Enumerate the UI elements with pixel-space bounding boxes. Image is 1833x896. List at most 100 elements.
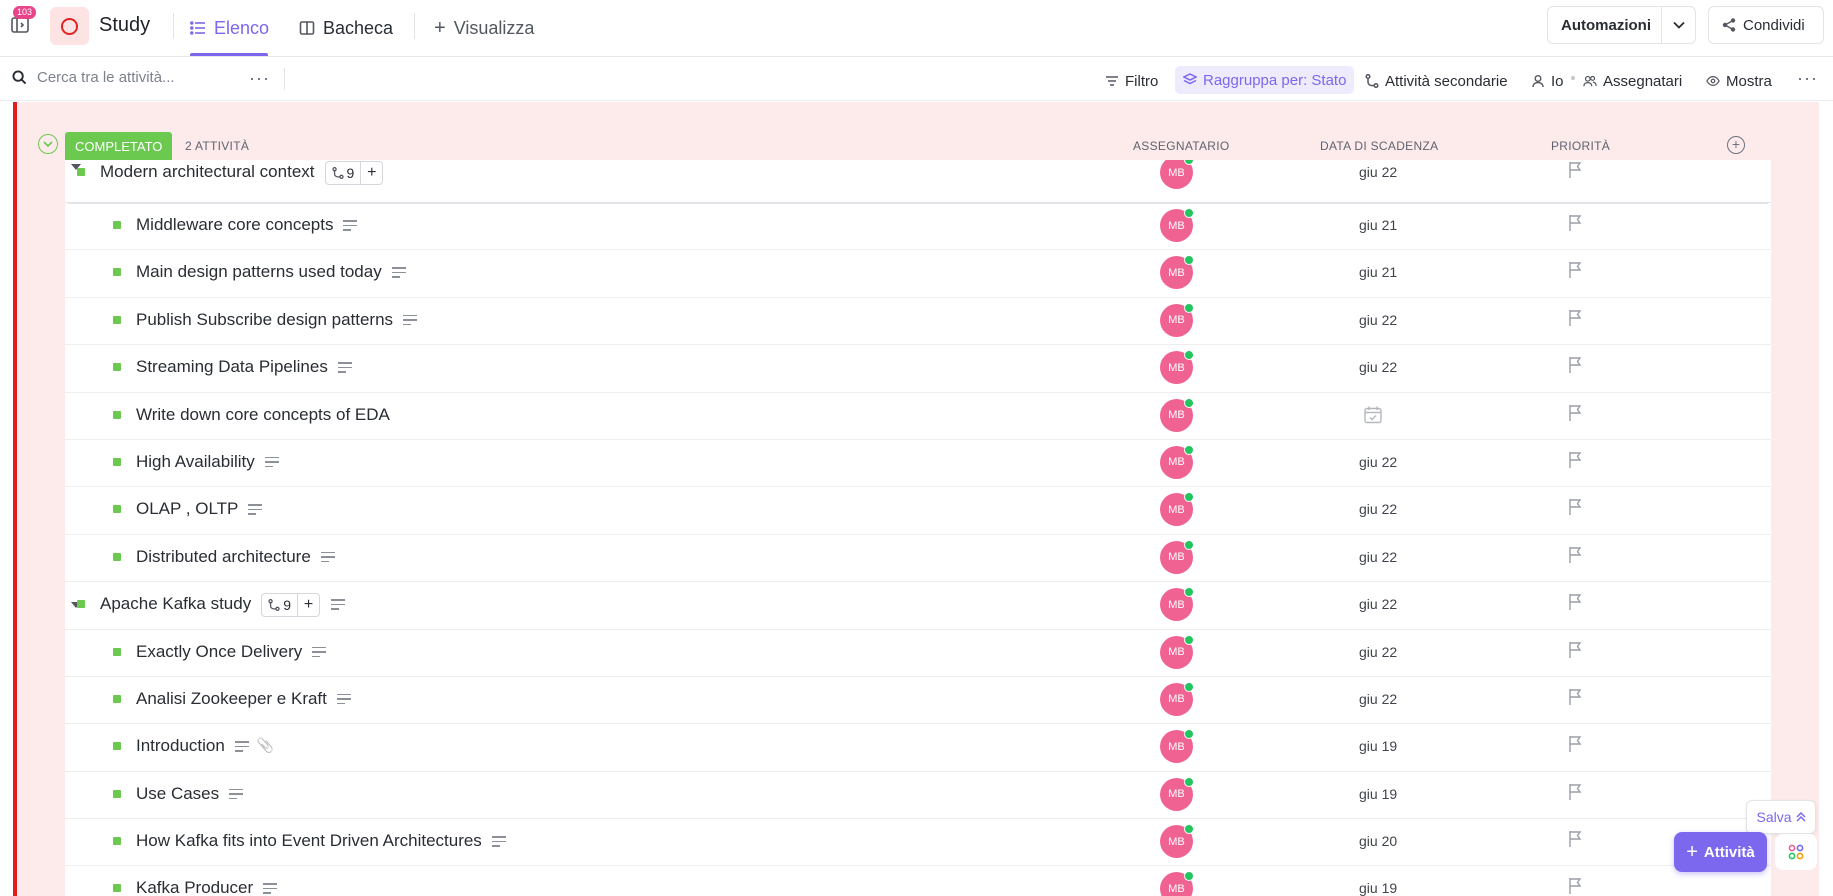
subtask-row[interactable]: Use Cases MB giu 19	[65, 772, 1771, 820]
parent-task-row[interactable]: Modern architectural context 9 + MB giu 22	[65, 160, 1771, 203]
add-subtask-icon[interactable]: +	[360, 162, 382, 184]
task-name[interactable]: Modern architectural context	[100, 162, 315, 182]
tab-elenco[interactable]: Elenco	[190, 14, 269, 42]
task-name[interactable]: Apache Kafka study	[100, 594, 251, 614]
assignee-avatar[interactable]: MB	[1160, 539, 1194, 574]
task-name[interactable]: How Kafka fits into Event Driven Archite…	[136, 831, 482, 851]
priority-flag-icon[interactable]	[1568, 261, 1584, 279]
task-name[interactable]: Distributed architecture	[136, 547, 311, 567]
new-task-button[interactable]: + Attività	[1674, 832, 1767, 872]
due-date[interactable]: giu 22	[1359, 454, 1397, 470]
assignee-avatar[interactable]: MB	[1160, 302, 1194, 337]
assignee-avatar[interactable]: MB	[1160, 681, 1194, 716]
apps-grid-icon[interactable]	[1775, 834, 1817, 870]
due-date[interactable]: giu 19	[1359, 786, 1397, 802]
add-view-button[interactable]: + Visualizza	[434, 14, 534, 42]
priority-flag-icon[interactable]	[1568, 546, 1584, 564]
due-date[interactable]: giu 22	[1359, 549, 1397, 565]
status-square-icon[interactable]	[113, 363, 121, 372]
subtask-row[interactable]: Analisi Zookeeper e Kraft MB giu 22	[65, 677, 1771, 725]
filter-button[interactable]: Filtro	[1105, 69, 1158, 93]
chevron-down-icon[interactable]	[1661, 7, 1695, 43]
more-options-icon[interactable]: ···	[1797, 68, 1818, 89]
priority-flag-icon[interactable]	[1568, 783, 1584, 801]
due-date[interactable]: giu 19	[1359, 738, 1397, 754]
calendar-icon[interactable]	[1363, 405, 1383, 425]
status-square-icon[interactable]	[77, 168, 85, 176]
task-name[interactable]: Middleware core concepts	[136, 215, 333, 235]
priority-flag-icon[interactable]	[1568, 641, 1584, 659]
subtask-row[interactable]: Write down core concepts of EDA MB	[65, 393, 1771, 440]
due-date[interactable]: giu 22	[1359, 359, 1397, 375]
save-view-button[interactable]: Salva	[1746, 800, 1816, 834]
due-date[interactable]: giu 22	[1359, 312, 1397, 328]
search-input[interactable]	[37, 69, 237, 86]
me-filter-button[interactable]: Io	[1531, 69, 1564, 93]
priority-flag-icon[interactable]	[1568, 451, 1584, 469]
column-header-priority[interactable]: PRIORITÀ	[1551, 139, 1610, 153]
column-header-due-date[interactable]: DATA DI SCADENZA	[1320, 139, 1438, 153]
attachment-icon[interactable]: 📎	[257, 737, 274, 754]
subtask-count-chip[interactable]: 9 +	[261, 593, 321, 618]
status-square-icon[interactable]	[113, 315, 121, 324]
subtask-count[interactable]: 9	[326, 162, 361, 184]
task-name[interactable]: Introduction	[136, 736, 225, 756]
priority-flag-icon[interactable]	[1568, 309, 1584, 327]
task-name[interactable]: Main design patterns used today	[136, 262, 382, 282]
add-subtask-icon[interactable]: +	[297, 594, 319, 617]
status-square-icon[interactable]	[113, 837, 121, 846]
due-date[interactable]: giu 22	[1359, 691, 1397, 707]
add-column-icon[interactable]: +	[1727, 136, 1745, 154]
group-by-button[interactable]: Raggruppa per: Stato	[1175, 66, 1355, 94]
priority-flag-icon[interactable]	[1568, 214, 1584, 232]
tab-bacheca[interactable]: Bacheca	[299, 14, 393, 42]
assignee-avatar[interactable]: MB	[1160, 824, 1194, 859]
status-square-icon[interactable]	[77, 600, 85, 609]
subtask-row[interactable]: Distributed architecture MB giu 22	[65, 535, 1771, 583]
subtask-row[interactable]: Publish Subscribe design patterns MB giu 2…	[65, 298, 1771, 346]
task-name[interactable]: Kafka Producer	[136, 878, 253, 896]
status-square-icon[interactable]	[113, 268, 121, 277]
priority-flag-icon[interactable]	[1568, 161, 1584, 179]
status-square-icon[interactable]	[113, 410, 121, 419]
status-square-icon[interactable]	[113, 694, 121, 703]
subtask-row[interactable]: Streaming Data Pipelines MB giu 22	[65, 345, 1771, 393]
due-date[interactable]: giu 21	[1359, 264, 1397, 280]
task-name[interactable]: Analisi Zookeeper e Kraft	[136, 689, 327, 709]
priority-flag-icon[interactable]	[1568, 877, 1584, 895]
status-square-icon[interactable]	[113, 221, 121, 229]
due-date[interactable]: giu 21	[1359, 217, 1397, 233]
status-square-icon[interactable]	[113, 789, 121, 798]
assignee-avatar[interactable]: MB	[1160, 397, 1194, 432]
subtask-row[interactable]: How Kafka fits into Event Driven Archite…	[65, 819, 1771, 867]
subtask-row[interactable]: OLAP , OLTP MB giu 22	[65, 487, 1771, 535]
subtask-count[interactable]: 9	[262, 594, 297, 616]
due-date[interactable]: giu 22	[1359, 644, 1397, 660]
status-square-icon[interactable]	[113, 505, 121, 514]
assignee-avatar[interactable]: MB	[1160, 350, 1194, 385]
due-date[interactable]: giu 19	[1359, 880, 1397, 896]
assignee-avatar[interactable]: MB	[1160, 208, 1194, 242]
priority-flag-icon[interactable]	[1568, 498, 1584, 516]
assignee-avatar[interactable]: MB	[1160, 729, 1194, 764]
parent-task-row[interactable]: Apache Kafka study 9 + MB giu 22	[65, 582, 1771, 630]
status-square-icon[interactable]	[113, 884, 121, 893]
subtasks-button[interactable]: Attività secondarie	[1365, 69, 1508, 93]
priority-flag-icon[interactable]	[1568, 356, 1584, 374]
status-square-icon[interactable]	[113, 647, 121, 656]
show-button[interactable]: Mostra	[1706, 69, 1772, 93]
priority-flag-icon[interactable]	[1568, 688, 1584, 706]
assignee-avatar[interactable]: MB	[1160, 492, 1194, 527]
subtask-count-chip[interactable]: 9 +	[324, 161, 384, 185]
assignees-button[interactable]: Assegnatari	[1583, 69, 1682, 93]
assignee-avatar[interactable]: MB	[1160, 587, 1194, 622]
priority-flag-icon[interactable]	[1568, 404, 1584, 422]
assignee-avatar[interactable]: MB	[1160, 444, 1194, 479]
subtask-row[interactable]: Kafka Producer MB giu 19	[65, 866, 1771, 896]
subtask-row[interactable]: Main design patterns used today MB giu 21	[65, 250, 1771, 298]
assignee-avatar[interactable]: MB	[1160, 255, 1194, 290]
status-badge[interactable]: COMPLETATO	[65, 132, 173, 160]
priority-flag-icon[interactable]	[1568, 735, 1584, 753]
due-date[interactable]: giu 22	[1359, 501, 1397, 517]
subtask-row[interactable]: Introduction 📎 MB giu 19	[65, 724, 1771, 772]
